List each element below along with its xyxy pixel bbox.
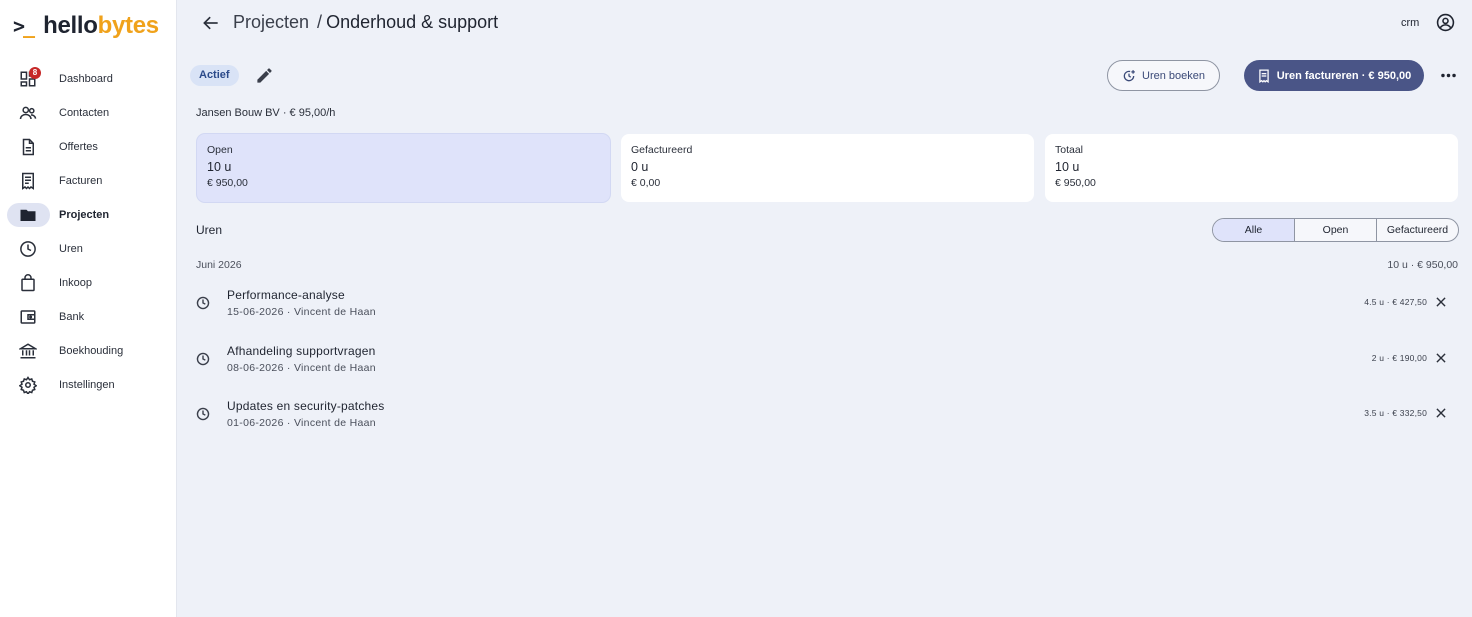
workspace-label[interactable]: crm <box>1401 17 1419 29</box>
people-icon <box>19 104 37 122</box>
month-total: 10 u · € 950,00 <box>1387 259 1458 271</box>
card-amount: € 0,00 <box>631 177 661 189</box>
card-hours: 0 u <box>631 160 649 174</box>
clock-icon <box>196 296 210 310</box>
list-item[interactable]: Performance-analyse 15-06-2026 · Vincent… <box>190 282 1458 326</box>
sidebar: >_ hellobytes 8 Dashboard Contacten Offe… <box>0 0 177 617</box>
entry-amount: 2 u · € 190,00 <box>1371 353 1427 363</box>
sidebar-item-label: Projecten <box>59 209 110 221</box>
sidebar-item-facturen[interactable]: Facturen <box>0 164 177 198</box>
sidebar-item-inkoop[interactable]: Inkoop <box>0 266 177 300</box>
summary-card-totaal[interactable]: Totaal 10 u € 950,00 <box>1045 134 1458 202</box>
more-options-icon[interactable] <box>1439 66 1458 85</box>
card-hours: 10 u <box>1055 160 1080 174</box>
month-label: Juni 2026 <box>196 259 242 271</box>
shopping-bag-icon <box>19 274 37 292</box>
entry-title: Afhandeling supportvragen <box>227 344 376 358</box>
client-rate-line: Jansen Bouw BV · € 95,00/h <box>196 107 336 119</box>
sidebar-item-boekhouding[interactable]: Boekhouding <box>0 334 177 368</box>
close-icon[interactable] <box>1434 406 1448 420</box>
summary-card-gefactureerd[interactable]: Gefactureerd 0 u € 0,00 <box>621 134 1034 202</box>
invoice-hours-label: Uren factureren · € 950,00 <box>1276 69 1412 82</box>
card-amount: € 950,00 <box>1055 177 1096 189</box>
sidebar-item-label: Instellingen <box>59 379 115 391</box>
clock-icon <box>19 240 37 258</box>
book-hours-label: Uren boeken <box>1142 69 1205 82</box>
card-label: Totaal <box>1055 144 1084 156</box>
filter-open[interactable]: Open <box>1294 219 1376 241</box>
logo-prompt-icon: >_ <box>13 14 35 38</box>
list-item[interactable]: Updates en security-patches 01-06-2026 ·… <box>190 393 1458 437</box>
sidebar-item-label: Facturen <box>59 175 103 187</box>
sidebar-item-label: Uren <box>59 243 83 255</box>
sidebar-item-label: Dashboard <box>59 73 113 85</box>
breadcrumb: Projecten / Onderhoud & support <box>233 12 498 33</box>
document-icon <box>19 138 37 156</box>
sidebar-item-contacten[interactable]: Contacten <box>0 96 177 130</box>
card-amount: € 950,00 <box>207 177 248 189</box>
sidebar-item-uren[interactable]: Uren <box>0 232 177 266</box>
book-hours-button[interactable]: Uren boeken <box>1107 60 1220 91</box>
breadcrumb-parent-link[interactable]: Projecten <box>233 12 309 32</box>
filter-segmented-control: Alle Open Gefactureerd <box>1212 218 1459 242</box>
sidebar-item-label: Boekhouding <box>59 345 124 357</box>
sidebar-item-instellingen[interactable]: Instellingen <box>0 368 177 402</box>
status-badge: Actief <box>190 65 239 86</box>
entry-amount: 3.5 u · € 332,50 <box>1364 408 1427 418</box>
wallet-icon <box>19 308 37 326</box>
card-label: Open <box>207 144 233 156</box>
folder-icon <box>19 206 37 224</box>
edit-pencil-icon[interactable] <box>255 66 274 85</box>
account-icon[interactable] <box>1436 13 1455 32</box>
clock-plus-icon <box>1122 69 1136 83</box>
clock-icon <box>196 352 210 366</box>
sidebar-nav: 8 Dashboard Contacten Offertes Facturen <box>0 62 177 402</box>
entry-amount: 4.5 u · € 427,50 <box>1364 297 1427 307</box>
sidebar-item-bank[interactable]: Bank <box>0 300 177 334</box>
notification-badge: 8 <box>29 67 41 79</box>
back-arrow-icon[interactable] <box>201 13 221 33</box>
filter-gefactureerd[interactable]: Gefactureerd <box>1376 219 1458 241</box>
sidebar-item-label: Bank <box>59 311 85 323</box>
card-label: Gefactureerd <box>631 144 693 156</box>
list-item[interactable]: Afhandeling supportvragen 08-06-2026 · V… <box>190 338 1458 382</box>
bank-icon <box>19 342 37 360</box>
entry-title: Performance-analyse <box>227 288 345 302</box>
sidebar-item-label: Contacten <box>59 107 110 119</box>
entry-title: Updates en security-patches <box>227 399 385 413</box>
receipt-icon <box>1257 69 1271 83</box>
logo[interactable]: >_ hellobytes <box>13 12 159 40</box>
gear-icon <box>19 376 37 394</box>
sidebar-item-offertes[interactable]: Offertes <box>0 130 177 164</box>
card-hours: 10 u <box>207 160 232 174</box>
breadcrumb-separator: / <box>317 12 323 32</box>
sidebar-item-projecten[interactable]: Projecten <box>0 198 177 232</box>
summary-card-open[interactable]: Open 10 u € 950,00 <box>197 134 610 202</box>
close-icon[interactable] <box>1434 351 1448 365</box>
clock-icon <box>196 407 210 421</box>
logo-text: hellobytes <box>43 12 159 39</box>
filter-alle[interactable]: Alle <box>1213 219 1294 241</box>
sidebar-item-dashboard[interactable]: 8 Dashboard <box>0 62 177 96</box>
entry-subtitle: 15-06-2026 · Vincent de Haan <box>227 306 376 318</box>
receipt-icon <box>19 172 37 190</box>
close-icon[interactable] <box>1434 295 1448 309</box>
section-title: Uren <box>196 223 223 237</box>
entry-subtitle: 08-06-2026 · Vincent de Haan <box>227 362 376 374</box>
invoice-hours-button[interactable]: Uren factureren · € 950,00 <box>1244 60 1424 91</box>
page-title: Onderhoud & support <box>326 12 499 32</box>
sidebar-item-label: Offertes <box>59 141 98 153</box>
entry-subtitle: 01-06-2026 · Vincent de Haan <box>227 417 376 429</box>
sidebar-item-label: Inkoop <box>59 277 93 289</box>
